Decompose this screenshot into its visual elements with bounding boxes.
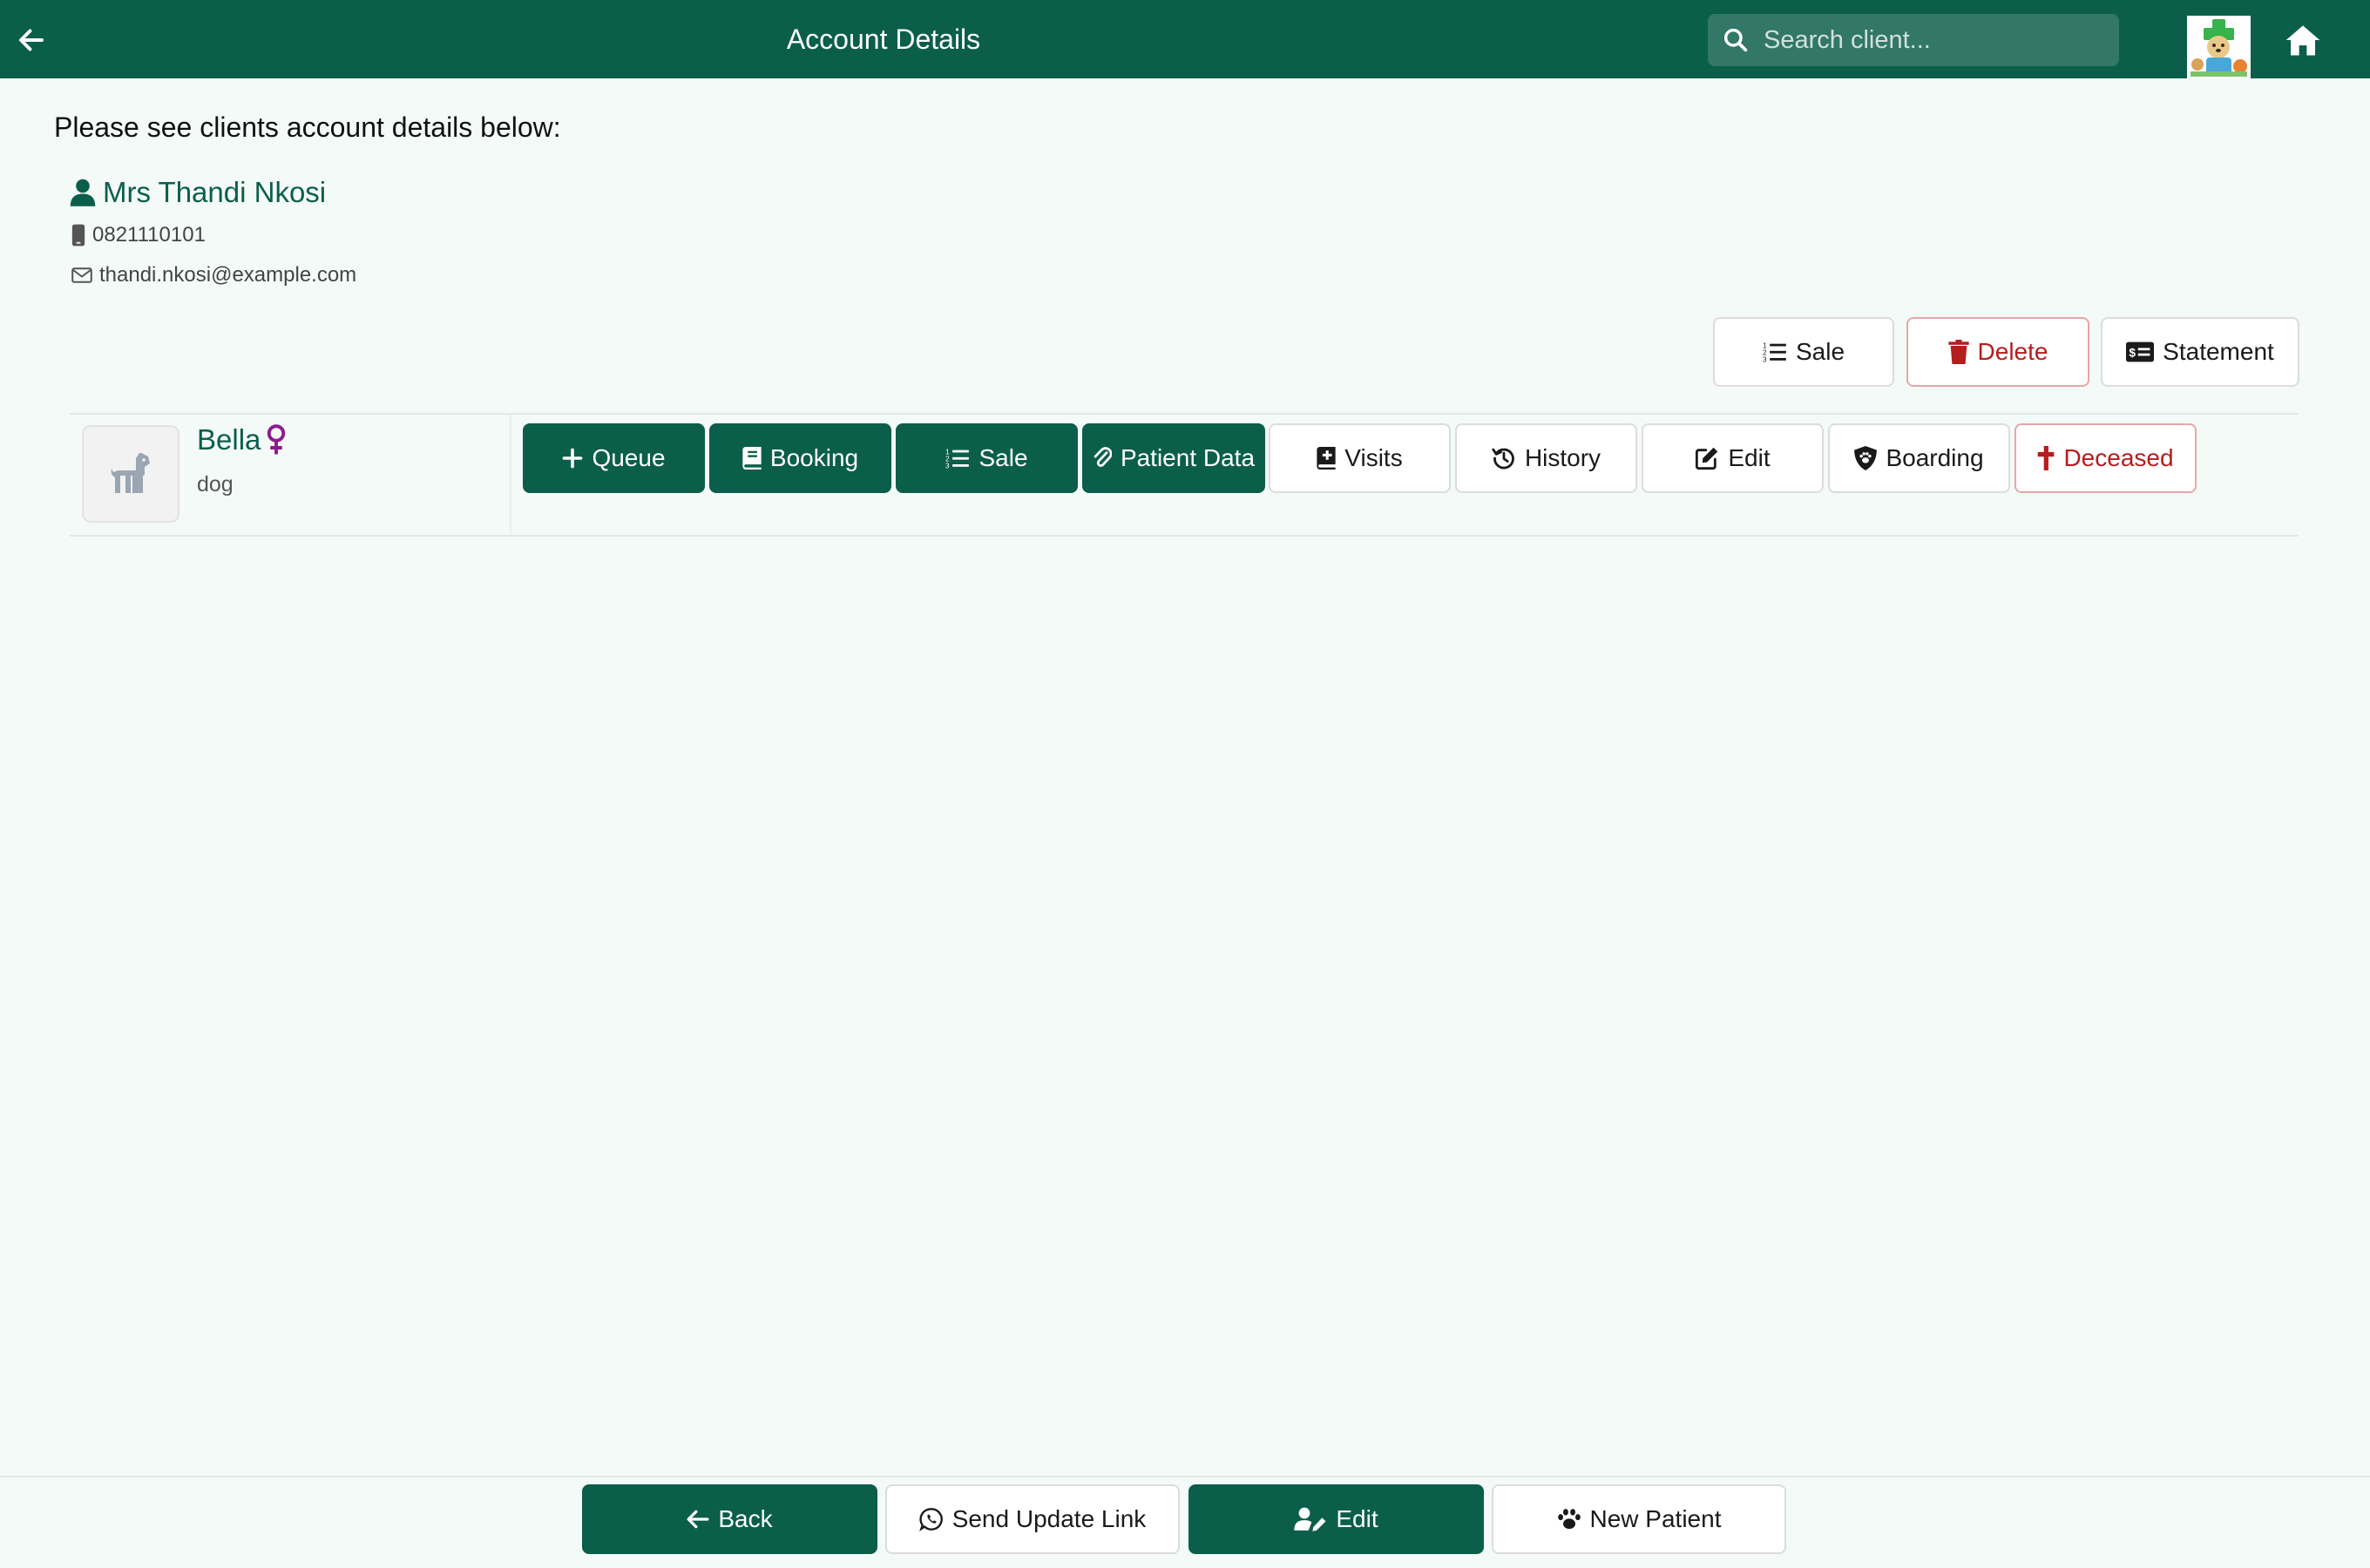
shield-paw-icon <box>1854 446 1878 470</box>
money-check-icon: $ <box>2126 341 2155 362</box>
client-phone: 0821110101 <box>92 223 206 247</box>
arrow-left-icon <box>687 1510 709 1529</box>
female-icon <box>267 424 286 455</box>
search-box[interactable] <box>1708 14 2119 66</box>
search-icon <box>1723 28 1748 52</box>
edit-icon <box>1696 447 1718 470</box>
client-name-row: Mrs Thandi Nkosi <box>70 174 326 211</box>
patient-data-button[interactable]: Patient Data <box>1082 423 1265 493</box>
client-email: thandi.nkosi@example.com <box>99 263 357 287</box>
visits-label: Visits <box>1344 444 1403 471</box>
list-ol-icon: 1 2 3 <box>1763 341 1786 363</box>
boarding-button[interactable]: Boarding <box>1828 423 2010 493</box>
edit-patient-button[interactable]: Edit <box>1642 423 1824 493</box>
delete-account-button[interactable]: Delete <box>1906 317 2089 387</box>
user-icon <box>70 179 96 206</box>
page-title: Account Details <box>786 24 981 55</box>
account-sale-button[interactable]: 1 2 3 Sale <box>1713 317 1894 387</box>
footer-bar <box>0 1476 2370 1568</box>
queue-button[interactable]: Queue <box>523 423 705 493</box>
visits-button[interactable]: Visits <box>1269 423 1451 493</box>
svg-text:$: $ <box>2130 347 2136 360</box>
patient-name: Bella <box>197 423 261 456</box>
patient-row-divider <box>510 415 511 535</box>
patient-species: dog <box>197 472 234 497</box>
mobile-phone-icon <box>71 224 85 247</box>
history-label: History <box>1524 444 1601 471</box>
account-sale-label: Sale <box>1795 338 1845 365</box>
svg-text:3: 3 <box>1763 356 1767 363</box>
footer-back-button[interactable]: Back <box>582 1484 877 1554</box>
client-name: Mrs Thandi Nkosi <box>103 176 327 208</box>
send-update-link-button[interactable]: Send Update Link <box>885 1484 1180 1554</box>
client-phone-row: 0821110101 <box>71 223 206 247</box>
deceased-label: Deceased <box>2063 444 2174 471</box>
top-bar: Account Details <box>0 0 2370 78</box>
patient-avatar <box>82 425 179 523</box>
footer-edit-button[interactable]: Edit <box>1188 1484 1484 1554</box>
booking-button[interactable]: Booking <box>709 423 891 493</box>
patient-data-label: Patient Data <box>1120 444 1256 471</box>
new-patient-label: New Patient <box>1589 1505 1722 1532</box>
patient-name-row: Bella <box>197 423 287 456</box>
svg-text:3: 3 <box>945 463 950 470</box>
dog-icon <box>111 453 150 493</box>
cross-icon <box>2038 446 2055 470</box>
history-button[interactable]: History <box>1455 423 1637 493</box>
envelope-icon <box>71 267 92 283</box>
history-icon <box>1492 448 1514 470</box>
plus-icon <box>563 448 583 469</box>
medical-book-icon <box>1317 447 1336 470</box>
patient-sale-label: Sale <box>978 444 1028 471</box>
list-ol-icon: 1 2 3 <box>945 448 970 470</box>
booking-label: Booking <box>769 444 859 471</box>
paw-icon <box>1557 1509 1581 1530</box>
paperclip-icon <box>1094 447 1112 467</box>
book-icon <box>742 447 762 470</box>
trash-icon <box>1947 340 1969 364</box>
search-input[interactable] <box>1762 14 2110 66</box>
footer-back-label: Back <box>718 1505 773 1532</box>
client-email-row: thandi.nkosi@example.com <box>71 263 356 287</box>
queue-label: Queue <box>592 444 666 471</box>
user-edit-icon <box>1294 1507 1326 1531</box>
intro-text: Please see clients account details below… <box>54 112 561 143</box>
delete-account-label: Delete <box>1977 338 2048 365</box>
boarding-label: Boarding <box>1886 444 1984 471</box>
clinic-logo <box>2187 16 2251 78</box>
patient-sale-button[interactable]: 1 2 3 Sale <box>896 423 1078 493</box>
whatsapp-icon <box>918 1508 943 1531</box>
new-patient-button[interactable]: New Patient <box>1492 1484 1786 1554</box>
send-update-link-label: Send Update Link <box>951 1505 1147 1532</box>
deceased-button[interactable]: Deceased <box>2014 423 2197 493</box>
statement-label: Statement <box>2163 338 2274 365</box>
edit-patient-label: Edit <box>1728 444 1771 471</box>
home-icon[interactable] <box>2285 23 2321 57</box>
statement-button[interactable]: $ Statement <box>2101 317 2299 387</box>
footer-edit-label: Edit <box>1336 1505 1378 1532</box>
